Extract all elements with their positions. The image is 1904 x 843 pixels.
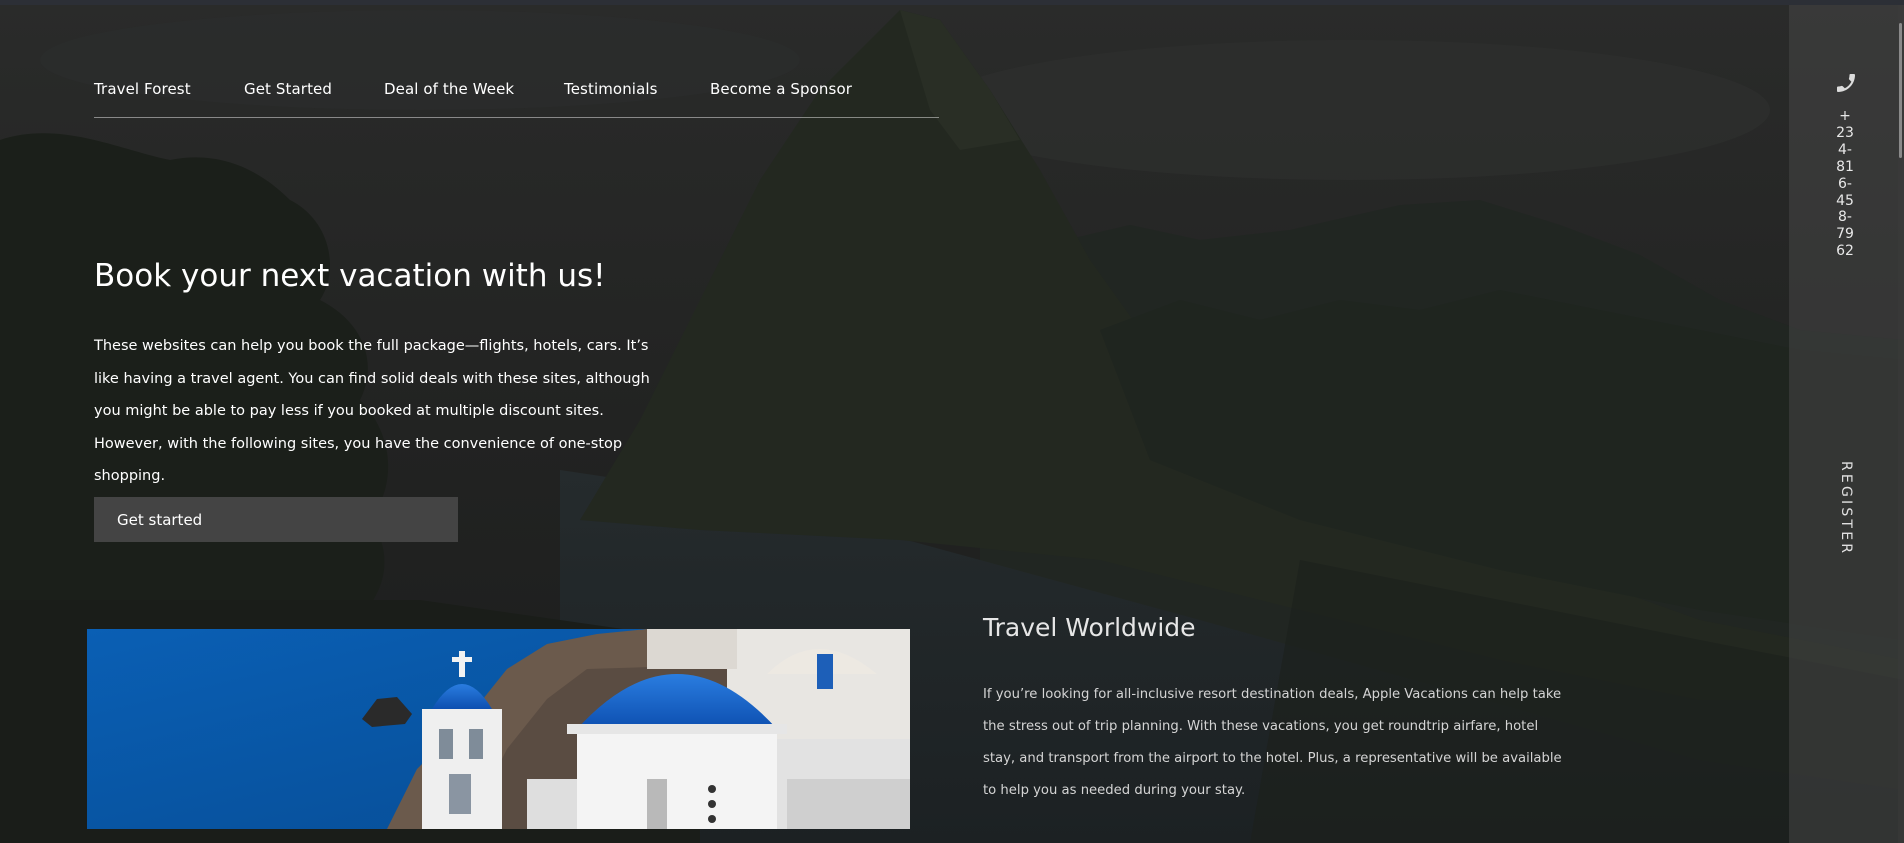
- santorini-photo: [87, 629, 910, 829]
- top-edge-bar: [0, 0, 1904, 5]
- scrollbar-thumb[interactable]: [1899, 23, 1902, 158]
- nav-item-deal-of-the-week[interactable]: Deal of the Week: [384, 80, 514, 98]
- nav-item-get-started[interactable]: Get Started: [244, 80, 332, 98]
- phone-icon[interactable]: [1834, 71, 1858, 95]
- main-navigation: Travel Forest Get Started Deal of the We…: [94, 80, 939, 118]
- get-started-button[interactable]: Get started: [94, 497, 458, 542]
- hero-description: These websites can help you book the ful…: [94, 338, 650, 484]
- travel-worldwide-description: If you’re looking for all-inclusive reso…: [983, 687, 1562, 798]
- phone-number-link[interactable]: +234-816-458-7962: [1836, 108, 1854, 260]
- travel-worldwide-title: Travel Worldwide: [983, 613, 1196, 642]
- register-link[interactable]: REGISTER: [1837, 461, 1855, 561]
- register-label: REGISTER: [1838, 461, 1854, 557]
- nav-item-travel-forest[interactable]: Travel Forest: [94, 80, 191, 98]
- nav-item-testimonials[interactable]: Testimonials: [564, 80, 658, 98]
- page-scrollbar[interactable]: [1898, 5, 1904, 843]
- nav-item-become-a-sponsor[interactable]: Become a Sponsor: [710, 80, 852, 98]
- hero-title: Book your next vacation with us!: [94, 258, 606, 294]
